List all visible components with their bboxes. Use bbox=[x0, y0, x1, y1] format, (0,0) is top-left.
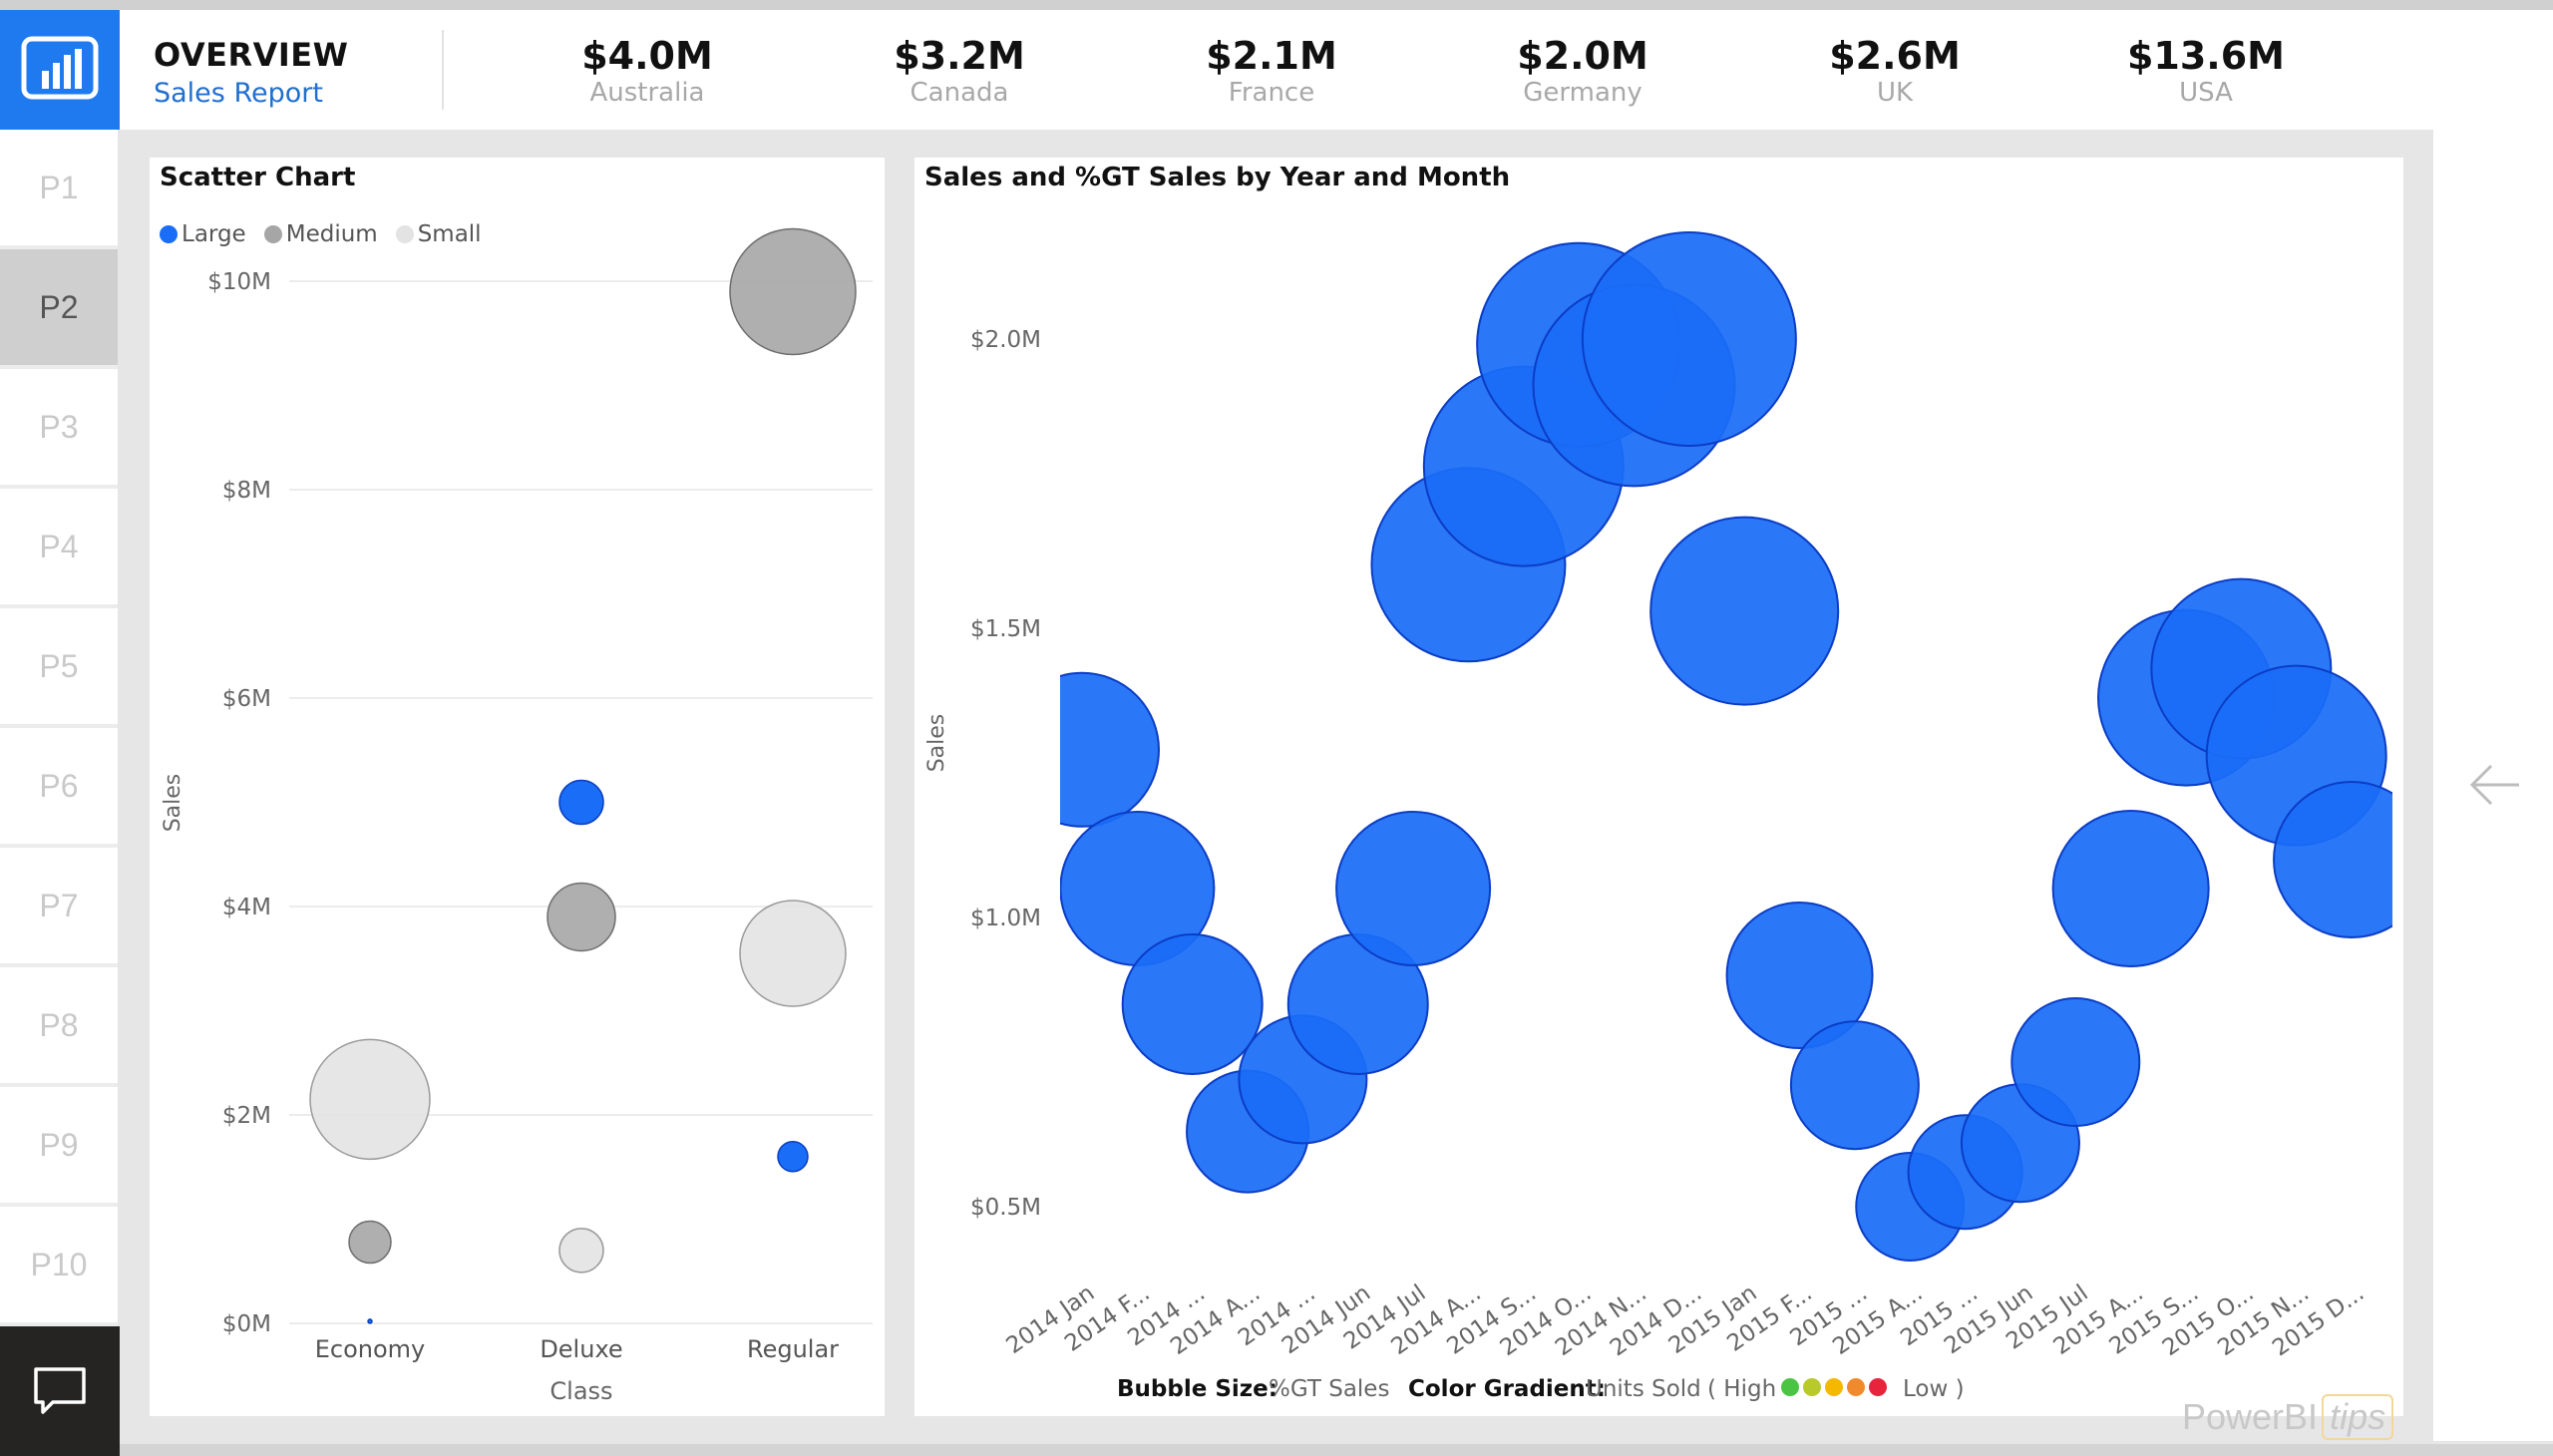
gradient-dot bbox=[1869, 1378, 1887, 1396]
bubble-size-field: %GT Sales bbox=[1269, 1376, 1389, 1402]
gradient-dot bbox=[1803, 1378, 1821, 1396]
gradient-low-label: Low ) bbox=[1903, 1376, 1965, 1402]
bottom-strip bbox=[120, 1444, 2553, 1456]
bubble-point bbox=[2051, 810, 2210, 967]
y-tick-label: $0.5M bbox=[970, 1195, 1041, 1221]
bubble-point bbox=[1581, 231, 1797, 447]
y-tick-label: $1.0M bbox=[970, 906, 1041, 931]
bubble-point bbox=[2273, 781, 2392, 938]
gradient-dot bbox=[1847, 1378, 1865, 1396]
right-pane bbox=[2433, 130, 2553, 1441]
arrow-left-icon[interactable] bbox=[2467, 760, 2523, 810]
bubble-point bbox=[1060, 671, 1160, 828]
bubble-point bbox=[2010, 997, 2141, 1127]
watermark-tips: tips bbox=[2322, 1394, 2394, 1440]
color-gradient-field: Units Sold bbox=[1586, 1376, 1701, 1402]
watermark-brand: PowerBI bbox=[2182, 1396, 2319, 1437]
powerbi-tips-watermark: PowerBI tips bbox=[2182, 1394, 2394, 1440]
y-axis-label: Sales bbox=[924, 714, 949, 773]
bubble-group bbox=[1060, 231, 2392, 1262]
color-gradient-label: Color Gradient: bbox=[1408, 1376, 1606, 1402]
gradient-dot bbox=[1781, 1378, 1799, 1396]
bubble-size-label: Bubble Size: bbox=[1117, 1376, 1277, 1402]
bubble-point bbox=[1335, 811, 1492, 966]
bubble-point bbox=[1649, 516, 1840, 706]
bubble-chart-plot[interactable]: $0.5M$1.0M$1.5M$2.0MSales2014 Jan2014 F.… bbox=[0, 0, 2553, 1456]
y-tick-label: $2.0M bbox=[970, 327, 1041, 353]
bubble-point bbox=[1121, 933, 1264, 1075]
bubble-point bbox=[1789, 1020, 1920, 1151]
gradient-high-label: ( High bbox=[1707, 1376, 1776, 1402]
y-tick-label: $1.5M bbox=[970, 616, 1041, 642]
gradient-dot bbox=[1825, 1378, 1843, 1396]
